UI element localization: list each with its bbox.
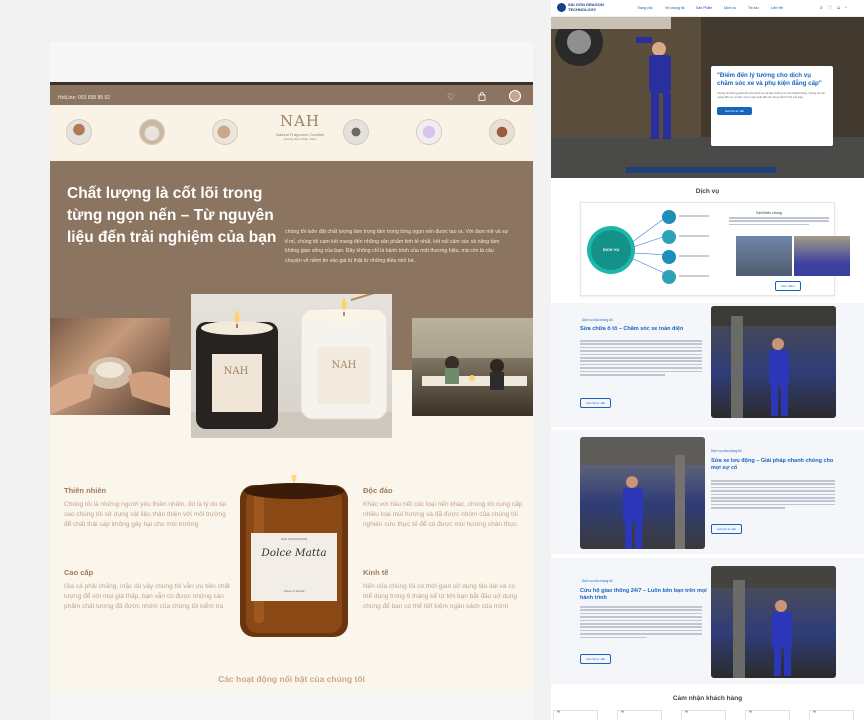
section-contact-button-3[interactable]: Liên hệ tư vấn — [580, 654, 612, 664]
user-icon[interactable]: ☺ — [836, 5, 841, 11]
section-text-1 — [580, 340, 702, 377]
auto-service-website-mockup: SÀI GÒN DRAGON TECHNOLOGY Trang chủ Về ch… — [551, 0, 864, 720]
cart-icon[interactable]: ▫ — [845, 5, 847, 11]
section-kicker-3: Dịch vụ của chúng tôi — [582, 579, 613, 583]
category-thumb-5[interactable] — [416, 119, 442, 145]
section-photo-1 — [711, 306, 836, 418]
section-photo-2 — [580, 437, 705, 549]
services-title: Dịch vụ — [695, 188, 720, 195]
brand-logo[interactable]: NAH Natural Fragrance Candles Hương thơm… — [272, 112, 328, 141]
candle-footer-strip — [50, 692, 533, 720]
auto-navbar: SÀI GÒN DRAGON TECHNOLOGY Trang chủ Về ch… — [551, 0, 864, 17]
auto-hero-heading: "Điểm đến lý tưởng cho dịch vụ chăm sóc … — [717, 72, 822, 87]
nav-home[interactable]: Trang chủ — [637, 6, 653, 10]
category-thumb-2[interactable] — [139, 119, 165, 145]
jar-label-bottom: Notes of Vanilla — [283, 589, 305, 593]
section-text-3 — [580, 606, 702, 640]
dinner-table-photo — [412, 318, 533, 416]
section-contact-button-2[interactable]: Liên hệ tư vấn — [711, 524, 743, 534]
candles-product-photo: NAH NAH — [191, 294, 392, 438]
auto-hero-section: "Điểm đến lý tưởng cho dịch vụ chăm sóc … — [551, 17, 864, 178]
jar-label-top: NAH FRAGRANCE — [280, 537, 307, 541]
feature-text-3: Giá cả phải chăng, mặc dù vậy chúng tôi … — [64, 583, 230, 610]
section-kicker-2: Dịch vụ của chúng tôi — [711, 449, 742, 453]
category-thumb-4[interactable] — [343, 119, 369, 145]
hero-callout: "Điểm đến lý tưởng cho dịch vụ chăm sóc … — [711, 66, 833, 146]
heart-icon[interactable]: ♡ — [447, 92, 455, 103]
services-more-button[interactable]: Xem thêm — [775, 281, 801, 291]
section-title-1: Sửa chữa ô tô – Chăm sóc xe toàn diện — [580, 326, 684, 332]
category-thumb-6[interactable] — [489, 119, 515, 145]
nav-news[interactable]: Tin tức — [748, 6, 759, 10]
section-title-2: Sửa xe lưu động – Giải pháp nhanh chóng … — [711, 458, 834, 471]
nav-contact[interactable]: Liên Hệ — [771, 6, 783, 10]
testimonial-card-3: “ — [681, 710, 726, 720]
feature-title-1: Thiên nhiên — [64, 486, 107, 495]
candle-website-mockup: HotLine: 093 658 88 92 ♡ NAH Natural Fra… — [50, 42, 533, 720]
category-thumb-1[interactable] — [66, 119, 92, 145]
auto-logo[interactable]: SÀI GÒN DRAGON TECHNOLOGY — [557, 2, 604, 12]
testimonials-title: Cảm nhận khách hàng — [672, 695, 743, 702]
section-contact-button-1[interactable]: Liên hệ tư vấn — [580, 398, 612, 408]
hotline-text[interactable]: HotLine: 093 658 88 92 — [58, 95, 110, 101]
services-overview-box: DỊCH VỤ Giới thiệu chung Xem thêm — [580, 202, 850, 296]
candle-label-left: NAH — [223, 366, 249, 377]
testimonial-card-2: “ — [617, 710, 662, 720]
candle-label-right: NAH — [331, 360, 357, 371]
diagram-center-label: DỊCH VỤ — [602, 247, 620, 252]
auto-hero-body: Chúng tôi không phải chỉ sửa chữa xe và … — [717, 91, 826, 99]
section-kicker-1: Dịch vụ của chúng tôi — [582, 318, 613, 322]
nav-about[interactable]: Về chúng tôi — [665, 6, 684, 10]
services-box-title: Giới thiệu chung — [756, 211, 782, 215]
section-text-2 — [711, 480, 835, 511]
jar-label-script: Dolce Matta — [261, 547, 327, 559]
services-box-text — [729, 217, 829, 227]
nav-services[interactable]: Dịch vụ — [724, 6, 736, 10]
testimonial-card-5: “ — [809, 710, 854, 720]
service-photo-2 — [794, 236, 850, 276]
testimonial-card-4: “ — [745, 710, 790, 720]
testimonial-card-1: “ — [553, 710, 598, 720]
feature-title-3: Cao cấp — [64, 568, 94, 577]
hero-contact-button[interactable]: Liên hệ tư vấn — [717, 107, 753, 115]
category-thumb-3[interactable] — [212, 119, 238, 145]
feature-text-2: Khác với hầu hết các loại nến khác, chún… — [363, 501, 523, 528]
candle-category-nav: NAH Natural Fragrance Candles Hương thơm… — [50, 105, 533, 161]
hero-paragraph: chúng tôi luôn đặt chất lượng làm trọng … — [285, 229, 509, 264]
amber-jar-candle-photo: NAH FRAGRANCE Dolce Matta Notes of Vanil… — [236, 475, 352, 641]
search-icon[interactable]: ⌕ — [820, 5, 823, 11]
feature-title-4: Kinh tế — [363, 568, 389, 577]
service-photo-1 — [736, 236, 792, 276]
bag-icon[interactable] — [478, 92, 486, 103]
avatar[interactable] — [509, 90, 521, 102]
hero-heading: Chất lượng là cốt lõi trong từng ngọn nế… — [67, 185, 277, 246]
feature-text-1: Chúng tôi là những người yêu thiên nhiên… — [64, 501, 227, 528]
section-title-3: Cứu hộ giao thông 24/7 – Luôn bên bạn tr… — [580, 588, 707, 601]
browser-top-strip — [50, 42, 533, 82]
feature-title-2: Độc đáo — [363, 486, 393, 495]
candle-making-photo — [50, 318, 170, 415]
heart-icon[interactable]: ♡ — [828, 5, 832, 11]
section-photo-3 — [711, 566, 836, 678]
feature-text-4: Nến của chúng tôi có thời gian sử dụng l… — [363, 583, 517, 610]
nav-products[interactable]: Sản Phẩm — [696, 6, 712, 10]
dragon-logo-icon — [557, 3, 566, 12]
activities-title: Các hoạt động nổi bật của chúng tôi — [218, 674, 365, 684]
